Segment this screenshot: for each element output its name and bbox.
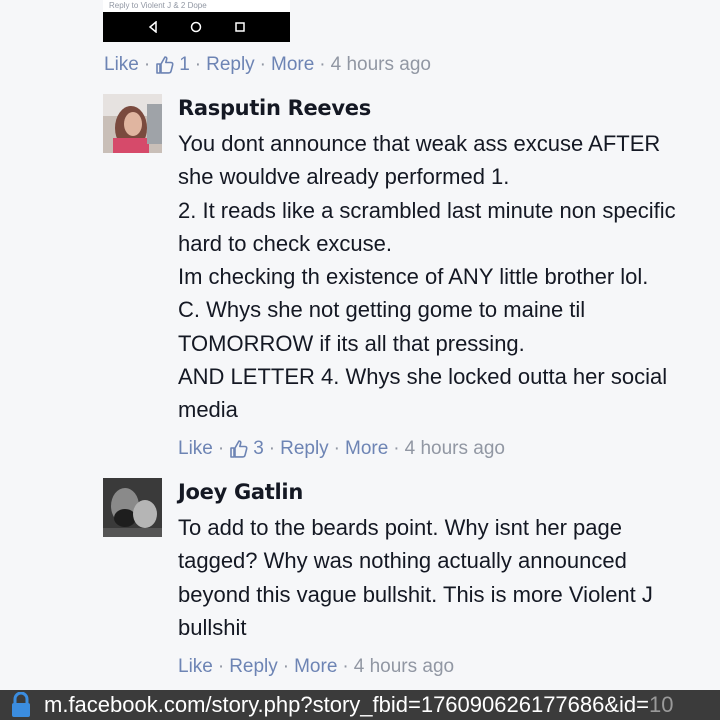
lock-icon	[10, 691, 32, 718]
url-faded: 10	[649, 692, 674, 717]
comment-line: 2. It reads like a scrambled last minute…	[178, 197, 676, 223]
timestamp: 4 hours ago	[353, 656, 455, 677]
thumbnail-reply-text: Reply to Violent J & 2 Dope	[103, 0, 290, 12]
comment-line: You dont announce that weak ass excuse A…	[178, 131, 661, 156]
separator: ·	[217, 656, 225, 677]
comment-line: bullshit	[178, 614, 247, 640]
separator: ·	[342, 656, 349, 677]
comment-actions: Like · 3 · Reply · More · 4 hours ago	[178, 438, 505, 460]
url-bar[interactable]: m.facebook.com/story.php?story_fbid=1760…	[0, 690, 720, 720]
avatar[interactable]	[103, 478, 162, 537]
more-link[interactable]: More	[345, 438, 388, 460]
separator: ·	[319, 54, 326, 75]
reply-link[interactable]: Reply	[229, 656, 278, 678]
comment-line: To add to the beards point. Why isnt her…	[178, 515, 622, 540]
separator: ·	[259, 54, 266, 75]
like-count[interactable]: 1	[179, 54, 190, 76]
like-count[interactable]: 3	[253, 438, 264, 460]
comment-line: she wouldve already performed 1.	[178, 164, 510, 190]
like-link[interactable]: Like	[178, 438, 213, 460]
comment-line: TOMORROW if its all that pressing.	[178, 330, 525, 356]
recents-icon	[232, 19, 248, 35]
timestamp: 4 hours ago	[404, 438, 505, 459]
comment-author[interactable]: Rasputin Reeves	[178, 96, 371, 120]
comment-actions: Like · 1 · Reply · More · 4 hours ago	[104, 54, 431, 76]
reply-link[interactable]: Reply	[280, 438, 329, 460]
reply-link[interactable]: Reply	[206, 54, 255, 76]
url-main: m.facebook.com/story.php?story_fbid=1760…	[44, 692, 650, 717]
separator: ·	[282, 656, 290, 677]
comment-body: You dont announce that weak ass excuse A…	[178, 127, 713, 427]
comment-line: C. Whys she not getting gome to maine ti…	[178, 297, 586, 323]
comment-line: AND LETTER 4. Whys she locked outta her …	[178, 364, 668, 390]
separator: ·	[143, 54, 151, 75]
thumbs-up-icon	[229, 439, 249, 459]
comment-author[interactable]: Joey Gatlin	[178, 480, 303, 504]
attached-image-thumbnail[interactable]: Reply to Violent J & 2 Dope	[103, 0, 290, 42]
separator: ·	[393, 438, 400, 459]
comment-line: tagged? Why was nothing actually announc…	[178, 548, 627, 574]
comment-body: To add to the beards point. Why isnt her…	[178, 511, 713, 644]
separator: ·	[194, 54, 202, 75]
more-link[interactable]: More	[271, 54, 314, 76]
comment-line: Im checking th existence of ANY little b…	[178, 264, 649, 290]
thumbs-up-icon	[155, 55, 175, 75]
comment-line: hard to check excuse.	[178, 230, 393, 256]
separator: ·	[268, 438, 276, 459]
thumbnail-navbar	[103, 12, 290, 42]
url-text[interactable]: m.facebook.com/story.php?story_fbid=1760…	[44, 692, 674, 718]
more-link[interactable]: More	[294, 656, 337, 678]
comment-line: beyond this vague bullshit. This is more…	[178, 581, 653, 607]
comment-line: media	[178, 397, 238, 423]
separator: ·	[217, 438, 225, 459]
separator: ·	[333, 438, 340, 459]
comment-actions: Like · Reply · More · 4 hours ago	[178, 656, 454, 678]
like-link[interactable]: Like	[178, 656, 213, 678]
back-icon	[145, 19, 161, 35]
home-icon	[188, 19, 204, 35]
like-link[interactable]: Like	[104, 54, 139, 76]
avatar[interactable]	[103, 94, 162, 153]
timestamp: 4 hours ago	[330, 54, 431, 75]
